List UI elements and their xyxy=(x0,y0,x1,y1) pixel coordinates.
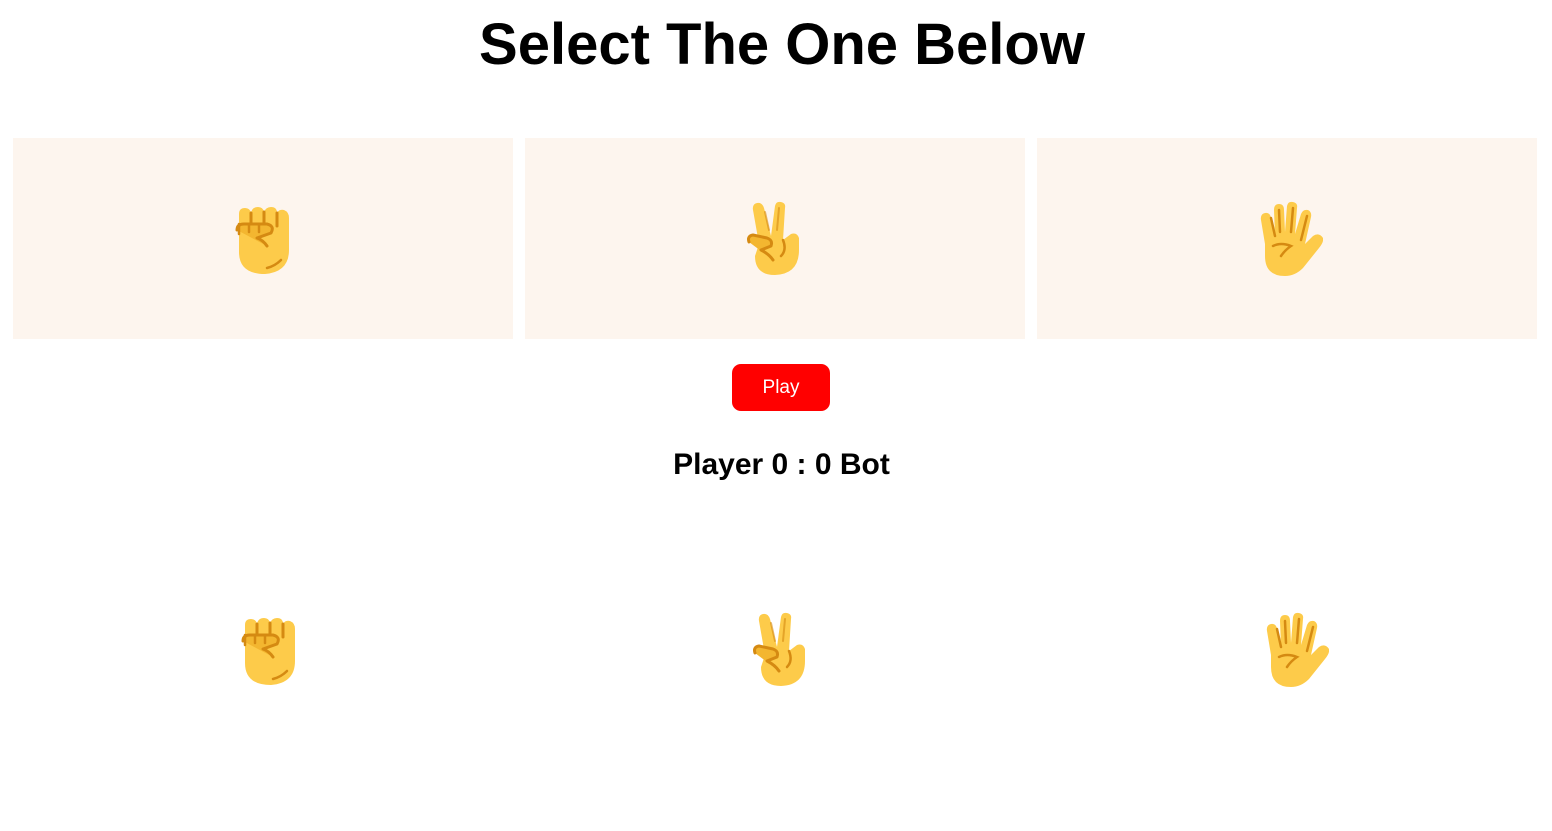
raised-hand-icon xyxy=(1251,200,1323,278)
bot-choice-scissors xyxy=(531,600,1031,700)
victory-hand-icon xyxy=(745,611,817,689)
scoreboard: Player 0 : 0 Bot xyxy=(673,448,890,481)
bot-choices xyxy=(19,600,1543,700)
choice-rock-card[interactable] xyxy=(13,138,513,339)
raised-fist-icon xyxy=(227,200,299,278)
bot-choice-rock xyxy=(19,600,519,700)
choice-scissors-card[interactable] xyxy=(525,138,1025,339)
choice-paper-card[interactable] xyxy=(1037,138,1537,339)
victory-hand-icon xyxy=(739,200,811,278)
raised-hand-icon xyxy=(1257,611,1329,689)
bot-choice-paper xyxy=(1043,600,1543,700)
play-button[interactable]: Play xyxy=(732,364,830,411)
page-title: Select The One Below xyxy=(479,12,1085,77)
player-choices xyxy=(13,138,1537,339)
raised-fist-icon xyxy=(233,611,305,689)
